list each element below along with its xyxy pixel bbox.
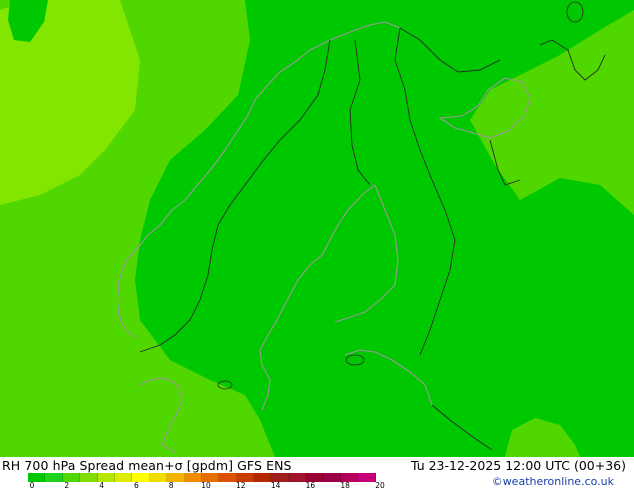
legend-ticks: 0 2 4 6 8 10 12 14 16 18 20 (0, 482, 420, 490)
legend-swatch (288, 473, 307, 482)
legend-tick-label: 0 (29, 481, 35, 490)
legend-swatch (358, 473, 376, 482)
map-footer: RH 700 hPa Spread mean+σ [gpdm] GFS ENS … (0, 457, 634, 490)
legend-swatch (219, 473, 237, 482)
legend-swatch (114, 473, 133, 482)
legend-tick-label: 4 (99, 481, 104, 490)
legend-tick-label: 2 (64, 481, 70, 490)
legend-tick-label: 6 (134, 481, 139, 490)
legend-tick-label: 14 (270, 481, 281, 490)
legend-tick-label: 8 (168, 481, 174, 490)
legend-tick-label: 10 (201, 481, 211, 490)
map-canvas (0, 0, 634, 457)
weather-map (0, 0, 634, 457)
map-title: RH 700 hPa Spread mean+σ [gpdm] GFS ENS (2, 458, 292, 473)
legend-swatch (254, 473, 272, 482)
map-valid-time: Tu 23-12-2025 12:00 UTC (00+36) (410, 458, 626, 473)
legend-tick-label: 18 (340, 481, 350, 490)
legend-swatch (323, 473, 342, 482)
legend-tick-label: 12 (236, 481, 246, 490)
legend-swatch (45, 473, 63, 482)
legend-swatch (80, 473, 98, 482)
legend-swatch (149, 473, 168, 482)
credit-link[interactable]: ©weatheronline.co.uk (492, 475, 614, 488)
legend-tick-label: 16 (305, 481, 316, 490)
legend-swatch (184, 473, 202, 482)
legend-tick-label: 20 (375, 481, 385, 490)
